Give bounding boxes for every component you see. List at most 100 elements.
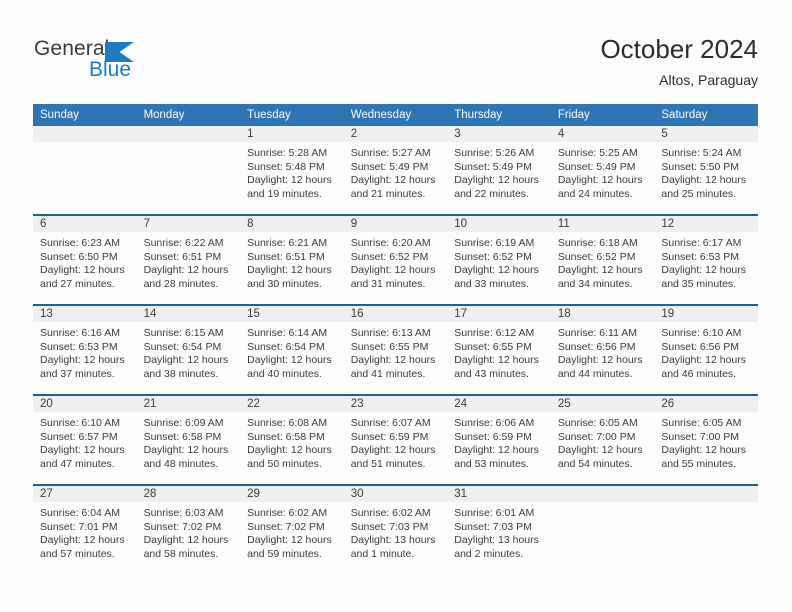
- title-block: October 2024 Altos, Paraguay: [600, 32, 758, 91]
- calendar-day-cell[interactable]: 4 Sunrise: 5:25 AM Sunset: 5:49 PM Daylight…: [550, 126, 655, 214]
- daylight-duration-line2: and 24 minutes.: [557, 187, 633, 200]
- daylight-duration-line1: Daylight: 12 hours: [454, 264, 539, 277]
- calendar-cell-empty: [136, 126, 241, 214]
- calendar-day-cell[interactable]: 24 Sunrise: 6:06 AM Sunset: 6:59 PM Dayligh…: [447, 396, 551, 484]
- daylight-duration-line2: and 25 minutes.: [661, 187, 737, 200]
- day-sun-info: Sunrise: 6:09 AM Sunset: 6:58 PM Daylight:…: [137, 412, 241, 471]
- daylight-duration-line2: and 57 minutes.: [40, 547, 115, 560]
- sunset-time: Sunset: 6:59 PM: [454, 430, 532, 443]
- day-number: 12: [654, 216, 758, 232]
- daylight-duration-line2: and 44 minutes.: [557, 367, 633, 380]
- daylight-duration-line1: Daylight: 12 hours: [661, 174, 747, 187]
- calendar-day-cell[interactable]: 12 Sunrise: 6:17 AM Sunset: 6:53 PM Dayligh…: [654, 216, 758, 304]
- sunset-time: Sunset: 5:50 PM: [661, 160, 740, 173]
- calendar-day-cell[interactable]: 10 Sunrise: 6:19 AM Sunset: 6:52 PM Dayligh…: [447, 216, 551, 304]
- sunset-time: Sunset: 7:02 PM: [143, 520, 222, 533]
- sunset-time: Sunset: 6:56 PM: [557, 340, 636, 353]
- calendar-day-cell[interactable]: 23 Sunrise: 6:07 AM Sunset: 6:59 PM Dayligh…: [343, 396, 448, 484]
- calendar-day-cell[interactable]: 17 Sunrise: 6:12 AM Sunset: 6:55 PM Dayligh…: [447, 306, 551, 394]
- sunset-time: Sunset: 7:01 PM: [40, 520, 118, 533]
- calendar-day-cell[interactable]: 2 Sunrise: 5:27 AM Sunset: 5:49 PM Daylight…: [343, 126, 448, 214]
- calendar-day-cell[interactable]: 1 Sunrise: 5:28 AM Sunset: 5:48 PM Daylight…: [240, 126, 344, 214]
- daylight-duration-line2: and 33 minutes.: [454, 277, 529, 290]
- day-number: 21: [136, 396, 241, 412]
- calendar-day-cell[interactable]: 27 Sunrise: 6:04 AM Sunset: 7:01 PM Dayligh…: [33, 486, 137, 574]
- sunrise-time: Sunrise: 6:18 AM: [557, 237, 638, 249]
- sunrise-time: Sunrise: 6:17 AM: [661, 237, 742, 249]
- daylight-duration-line1: Daylight: 12 hours: [40, 534, 125, 547]
- day-number: 24: [447, 396, 551, 412]
- sunrise-time: Sunrise: 6:21 AM: [247, 237, 328, 249]
- calendar-day-cell[interactable]: 15 Sunrise: 6:14 AM Sunset: 6:54 PM Dayligh…: [240, 306, 344, 394]
- calendar-day-cell[interactable]: 8 Sunrise: 6:21 AM Sunset: 6:51 PM Daylight…: [240, 216, 344, 304]
- daylight-duration-line2: and 34 minutes.: [557, 277, 633, 290]
- calendar-day-cell[interactable]: 20 Sunrise: 6:10 AM Sunset: 6:57 PM Dayligh…: [33, 396, 137, 484]
- daylight-duration-line1: Daylight: 12 hours: [350, 264, 436, 277]
- calendar-day-cell[interactable]: 31 Sunrise: 6:01 AM Sunset: 7:03 PM Dayligh…: [447, 486, 551, 574]
- weekday-header-thursday: Thursday: [447, 104, 551, 126]
- sunrise-time: Sunrise: 6:16 AM: [40, 327, 120, 339]
- sunrise-time: Sunrise: 6:09 AM: [143, 417, 224, 429]
- sunrise-time: Sunrise: 6:04 AM: [40, 507, 120, 519]
- daylight-duration-line1: Daylight: 12 hours: [661, 354, 747, 367]
- sunset-time: Sunset: 6:58 PM: [143, 430, 222, 443]
- calendar-day-cell[interactable]: 14 Sunrise: 6:15 AM Sunset: 6:54 PM Dayligh…: [136, 306, 241, 394]
- calendar-week-row: 27 Sunrise: 6:04 AM Sunset: 7:01 PM Dayligh…: [33, 486, 758, 574]
- daylight-duration-line1: Daylight: 12 hours: [350, 444, 436, 457]
- daylight-duration-line2: and 28 minutes.: [143, 277, 219, 290]
- day-number: 1: [240, 126, 344, 142]
- calendar-day-cell[interactable]: 30 Sunrise: 6:02 AM Sunset: 7:03 PM Dayligh…: [343, 486, 448, 574]
- daylight-duration-line2: and 30 minutes.: [247, 277, 322, 290]
- daylight-duration-line2: and 40 minutes.: [247, 367, 322, 380]
- day-sun-info: Sunrise: 6:20 AM Sunset: 6:52 PM Daylight:…: [344, 232, 448, 291]
- daylight-duration-line1: Daylight: 12 hours: [557, 444, 643, 457]
- day-sun-info: Sunrise: 5:28 AM Sunset: 5:48 PM Daylight:…: [240, 142, 344, 201]
- calendar-day-cell[interactable]: 19 Sunrise: 6:10 AM Sunset: 6:56 PM Dayligh…: [654, 306, 758, 394]
- sunrise-time: Sunrise: 6:05 AM: [557, 417, 638, 429]
- day-number: 22: [240, 396, 344, 412]
- day-number: 9: [343, 216, 448, 232]
- day-sun-info: Sunrise: 6:14 AM Sunset: 6:54 PM Daylight:…: [240, 322, 344, 381]
- calendar-day-cell[interactable]: 11 Sunrise: 6:18 AM Sunset: 6:52 PM Dayligh…: [550, 216, 655, 304]
- calendar-day-cell[interactable]: 16 Sunrise: 6:13 AM Sunset: 6:55 PM Dayligh…: [343, 306, 448, 394]
- daylight-duration-line2: and 21 minutes.: [350, 187, 426, 200]
- daylight-duration-line2: and 27 minutes.: [40, 277, 115, 290]
- sunset-time: Sunset: 5:49 PM: [350, 160, 429, 173]
- day-sun-info: Sunrise: 6:10 AM Sunset: 6:57 PM Daylight:…: [33, 412, 137, 471]
- weekday-header-wednesday: Wednesday: [343, 104, 448, 126]
- daylight-duration-line2: and 43 minutes.: [454, 367, 529, 380]
- calendar-day-cell[interactable]: 7 Sunrise: 6:22 AM Sunset: 6:51 PM Daylight…: [136, 216, 241, 304]
- general-blue-logo[interactable]: General Blue: [34, 37, 174, 85]
- calendar-day-cell[interactable]: 22 Sunrise: 6:08 AM Sunset: 6:58 PM Dayligh…: [240, 396, 344, 484]
- day-number: 16: [343, 306, 448, 322]
- calendar-day-cell[interactable]: 6 Sunrise: 6:23 AM Sunset: 6:50 PM Daylight…: [33, 216, 137, 304]
- calendar-day-cell[interactable]: 25 Sunrise: 6:05 AM Sunset: 7:00 PM Dayligh…: [550, 396, 655, 484]
- calendar-day-cell[interactable]: 13 Sunrise: 6:16 AM Sunset: 6:53 PM Dayligh…: [33, 306, 137, 394]
- day-number: 10: [447, 216, 551, 232]
- sunset-time: Sunset: 6:51 PM: [247, 250, 325, 263]
- calendar-day-cell[interactable]: 29 Sunrise: 6:02 AM Sunset: 7:02 PM Dayligh…: [240, 486, 344, 574]
- calendar-day-cell[interactable]: 9 Sunrise: 6:20 AM Sunset: 6:52 PM Daylight…: [343, 216, 448, 304]
- calendar-day-cell[interactable]: 3 Sunrise: 5:26 AM Sunset: 5:49 PM Daylight…: [447, 126, 551, 214]
- daylight-duration-line1: Daylight: 12 hours: [454, 354, 539, 367]
- calendar-day-cell[interactable]: 21 Sunrise: 6:09 AM Sunset: 6:58 PM Dayligh…: [136, 396, 241, 484]
- calendar-day-cell[interactable]: 18 Sunrise: 6:11 AM Sunset: 6:56 PM Dayligh…: [550, 306, 655, 394]
- sunrise-time: Sunrise: 6:11 AM: [557, 327, 637, 339]
- day-sun-info: Sunrise: 6:16 AM Sunset: 6:53 PM Daylight:…: [33, 322, 137, 381]
- daylight-duration-line2: and 2 minutes.: [454, 547, 524, 560]
- day-number: 2: [343, 126, 448, 142]
- calendar-day-cell[interactable]: 5 Sunrise: 5:24 AM Sunset: 5:50 PM Daylight…: [654, 126, 758, 214]
- day-sun-info: Sunrise: 6:13 AM Sunset: 6:55 PM Daylight:…: [344, 322, 448, 381]
- calendar-day-cell[interactable]: 28 Sunrise: 6:03 AM Sunset: 7:02 PM Dayligh…: [136, 486, 241, 574]
- calendar-day-cell[interactable]: 26 Sunrise: 6:05 AM Sunset: 7:00 PM Dayligh…: [654, 396, 758, 484]
- day-sun-info: Sunrise: 5:25 AM Sunset: 5:49 PM Daylight:…: [551, 142, 655, 201]
- sunset-time: Sunset: 7:03 PM: [454, 520, 532, 533]
- sunrise-time: Sunrise: 6:07 AM: [350, 417, 431, 429]
- day-sun-info: Sunrise: 6:06 AM Sunset: 6:59 PM Daylight:…: [447, 412, 551, 471]
- daylight-duration-line1: Daylight: 12 hours: [454, 174, 539, 187]
- sunrise-time: Sunrise: 5:27 AM: [350, 147, 431, 159]
- sunrise-time: Sunrise: 5:24 AM: [661, 147, 742, 159]
- sunrise-time: Sunrise: 6:14 AM: [247, 327, 328, 339]
- sunset-time: Sunset: 7:03 PM: [350, 520, 429, 533]
- daylight-duration-line2: and 48 minutes.: [143, 457, 219, 470]
